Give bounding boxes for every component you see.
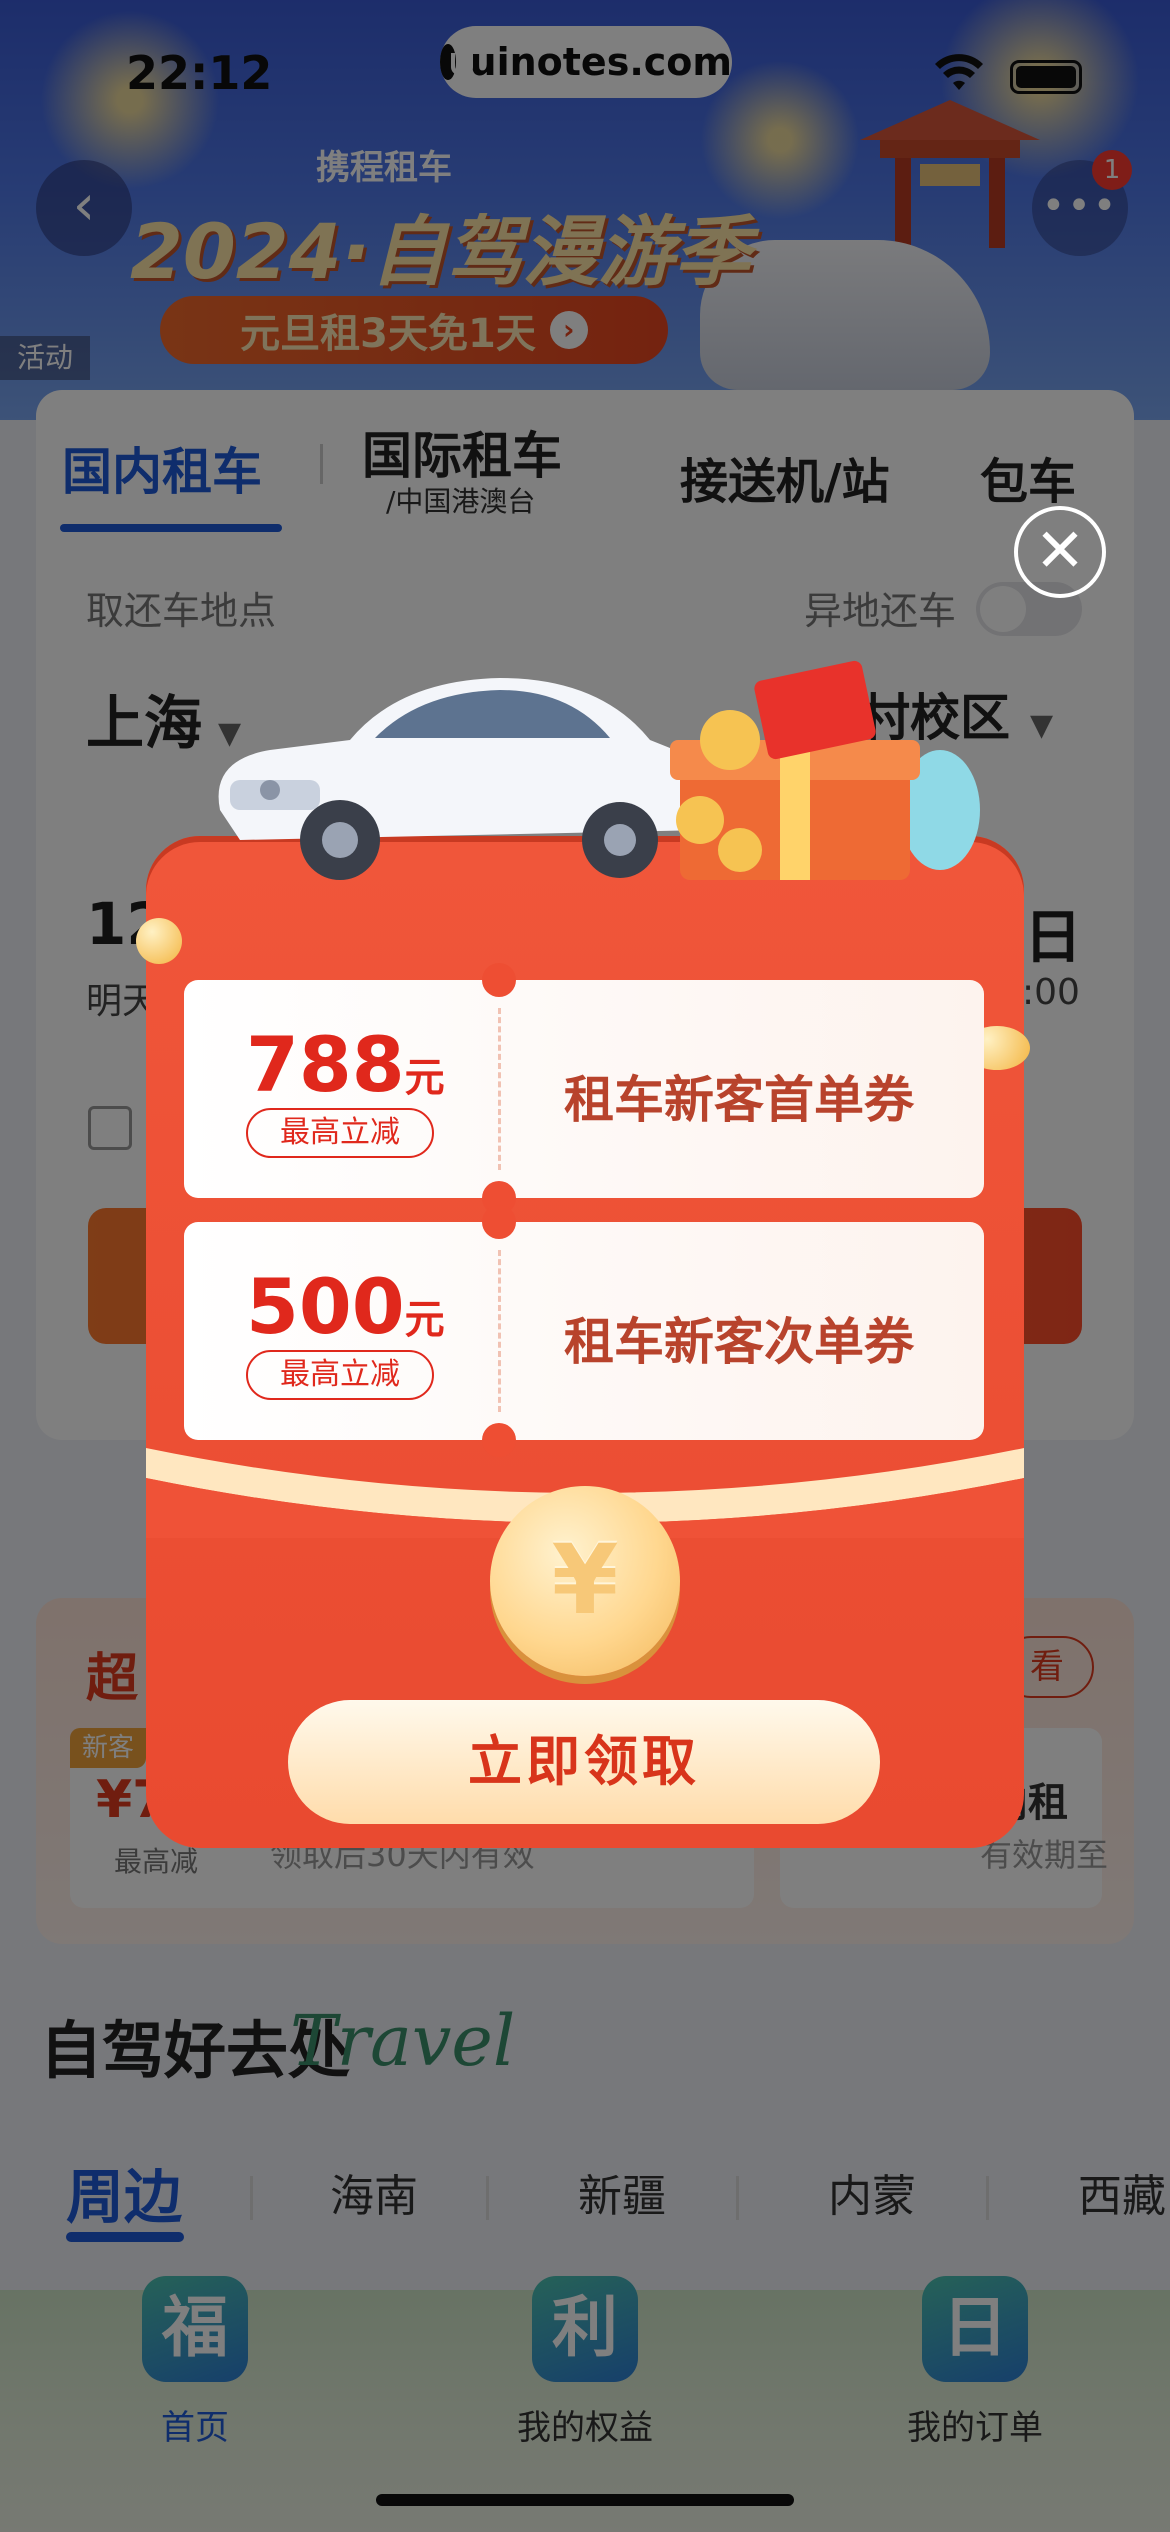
coupon-divider — [498, 1008, 501, 1170]
coupon-second-order[interactable]: 500元 最高立减 租车新客次单券 — [184, 1205, 984, 1457]
coupon-amount: 500元 — [246, 1262, 445, 1351]
coupon-divider — [498, 1250, 501, 1412]
coupon-amount-unit: 元 — [404, 1297, 445, 1343]
coupon-notch — [482, 1205, 516, 1239]
coin-icon — [136, 918, 182, 964]
coupon-cap-badge: 最高立减 — [246, 1108, 434, 1158]
yuan-coin-icon: ¥ — [490, 1486, 680, 1676]
coupon-notch — [482, 963, 516, 997]
coupon-first-order[interactable]: 788元 最高立减 租车新客首单券 — [184, 963, 984, 1215]
coupon-name: 租车新客首单券 — [564, 1071, 914, 1129]
coupon-name: 租车新客次单券 — [564, 1313, 914, 1371]
claim-now-button[interactable]: 立即领取 — [288, 1700, 880, 1824]
gift-box-illustration — [670, 660, 980, 880]
close-popup-button[interactable]: ✕ — [1014, 506, 1106, 598]
coupon-amount-value: 788 — [246, 1020, 405, 1109]
coupon-amount: 788元 — [246, 1020, 445, 1109]
coupon-amount-value: 500 — [246, 1262, 405, 1351]
coupon-amount-unit: 元 — [404, 1055, 445, 1101]
coupon-cap-badge: 最高立减 — [246, 1350, 434, 1400]
